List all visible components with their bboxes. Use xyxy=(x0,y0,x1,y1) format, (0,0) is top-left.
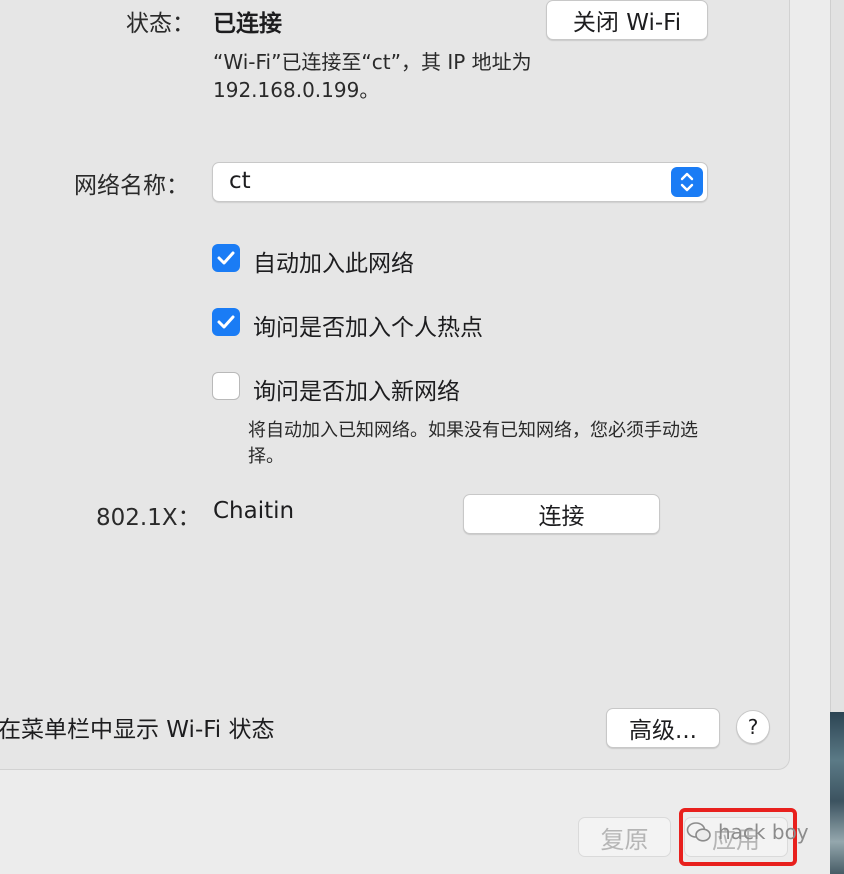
watermark: hack boy xyxy=(686,820,809,844)
network-name-label: 网络名称： xyxy=(74,173,189,199)
watermark-text: hack boy xyxy=(718,820,809,844)
network-name-value: ct xyxy=(229,168,251,194)
auto-join-checkbox[interactable] xyxy=(212,244,240,272)
dot1x-label: 802.1X： xyxy=(96,505,201,531)
auto-join-label: 自动加入此网络 xyxy=(253,251,414,277)
turn-off-wifi-button[interactable]: 关闭 Wi-Fi xyxy=(546,0,708,40)
advanced-button[interactable]: 高级... xyxy=(606,708,720,748)
ask-hotspot-label: 询问是否加入个人热点 xyxy=(253,315,483,341)
status-value: 已连接 xyxy=(213,11,282,37)
wechat-icon xyxy=(686,822,711,842)
ask-hotspot-checkbox[interactable] xyxy=(212,308,240,336)
chevron-updown-icon xyxy=(671,167,703,197)
desktop-background xyxy=(830,712,844,874)
help-button[interactable]: ? xyxy=(736,710,770,744)
connect-button[interactable]: 连接 xyxy=(463,494,660,534)
ask-new-network-checkbox[interactable] xyxy=(212,372,240,400)
ask-new-network-label: 询问是否加入新网络 xyxy=(253,379,460,405)
network-name-select[interactable]: ct xyxy=(212,162,708,202)
checkmark-icon xyxy=(217,251,235,265)
new-network-info: 将自动加入已知网络。如果没有已知网络，您必须手动选择。 xyxy=(248,420,698,467)
status-info: “Wi-Fi”已连接至“ct”，其 IP 地址为 192.168.0.199。 xyxy=(213,50,532,102)
status-label: 状态： xyxy=(126,11,195,37)
revert-button[interactable]: 复原 xyxy=(578,817,671,857)
window-edge xyxy=(830,0,844,712)
dot1x-value: Chaitin xyxy=(213,498,295,524)
show-in-menubar-label[interactable]: 在菜单栏中显示 Wi-Fi 状态 xyxy=(0,710,275,744)
checkmark-icon xyxy=(217,315,235,329)
